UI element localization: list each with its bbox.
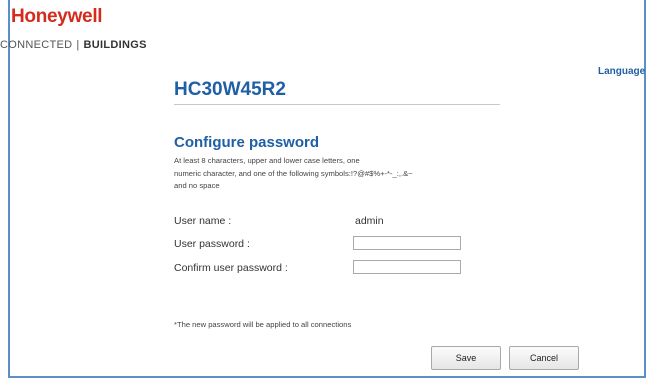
username-label: User name : <box>174 215 232 227</box>
save-button[interactable]: Save <box>431 346 501 370</box>
confirm-password-label: Confirm user password : <box>174 262 288 274</box>
requirements-line: numeric character, and one of the follow… <box>174 168 413 178</box>
confirm-password-input[interactable] <box>353 260 461 274</box>
cancel-button[interactable]: Cancel <box>509 346 579 370</box>
tagline-buildings: BUILDINGS <box>83 39 147 51</box>
language-link[interactable]: Language <box>598 66 645 77</box>
requirements-line: At least 8 characters, upper and lower c… <box>174 156 360 165</box>
configure-password-heading: Configure password <box>174 134 320 151</box>
brand-tagline: CONNECTED | BUILDINGS <box>0 39 147 51</box>
honeywell-logo: Honeywell <box>11 6 103 27</box>
device-model-title: HC30W45R2 <box>174 79 286 100</box>
password-requirements: At least 8 characters, upper and lower c… <box>174 155 484 193</box>
requirements-line: and no space <box>174 181 220 190</box>
username-value: admin <box>355 215 384 227</box>
title-divider <box>174 104 500 105</box>
tagline-separator: | <box>76 39 80 51</box>
tagline-connected: CONNECTED <box>0 39 73 51</box>
user-password-label: User password : <box>174 238 250 250</box>
password-note: *The new password will be applied to all… <box>174 320 352 329</box>
user-password-input[interactable] <box>353 236 461 250</box>
